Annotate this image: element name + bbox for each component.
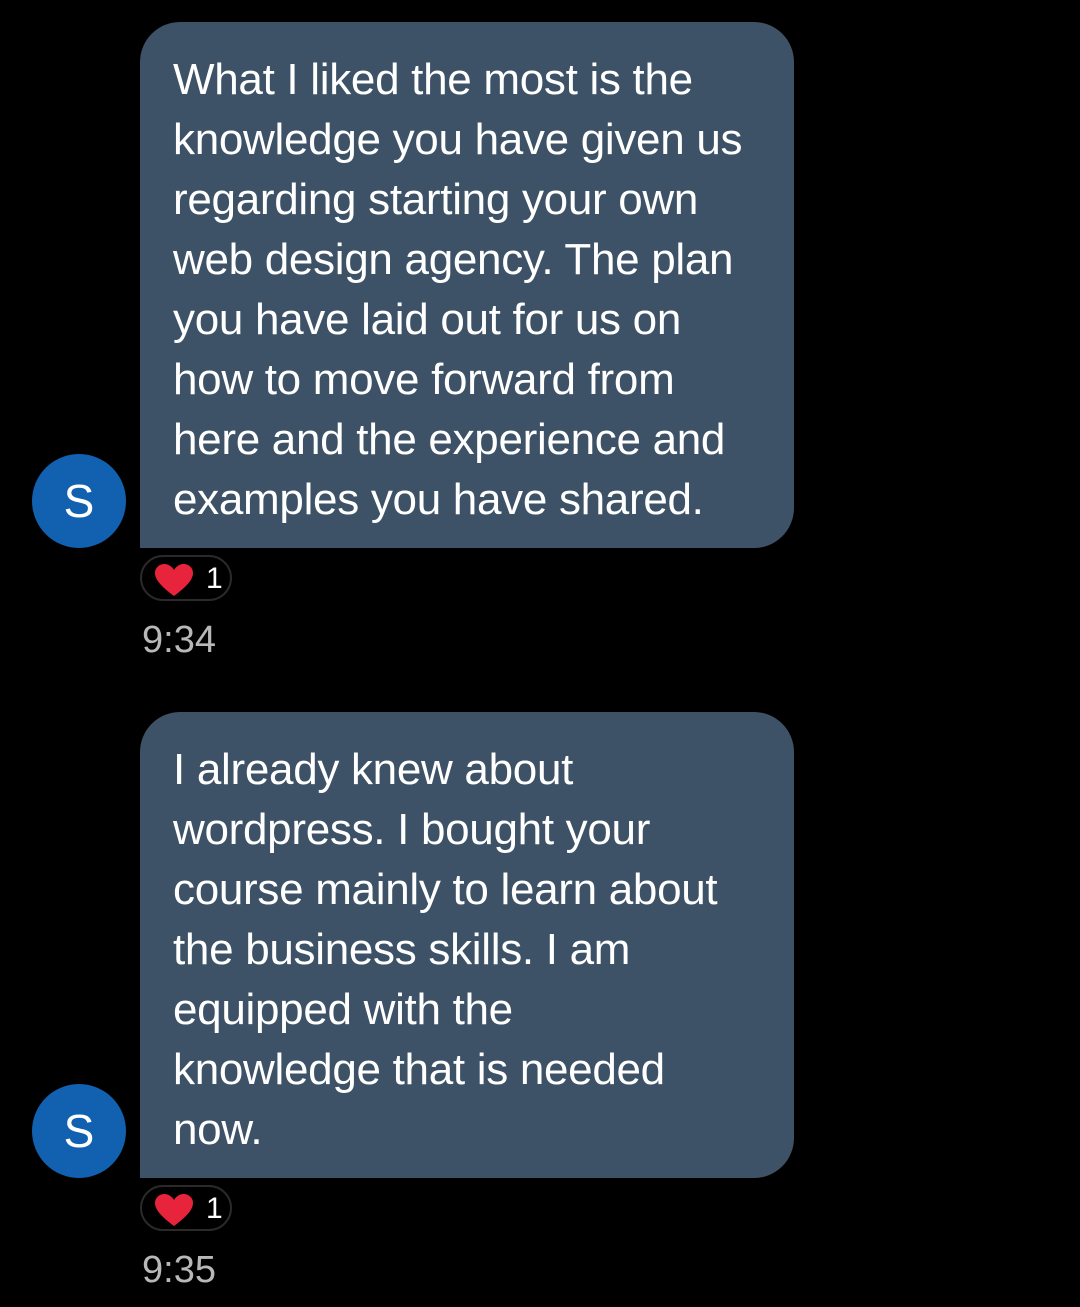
- avatar[interactable]: S: [32, 1084, 126, 1178]
- reaction-badge[interactable]: 1: [140, 1185, 232, 1231]
- message-bubble[interactable]: I already knew about wordpress. I bought…: [140, 712, 794, 1178]
- reaction-count: 1: [206, 562, 223, 595]
- avatar[interactable]: S: [32, 454, 126, 548]
- reaction-count: 1: [206, 1192, 223, 1225]
- heart-icon: [155, 564, 193, 596]
- message-timestamp: 9:34: [142, 619, 216, 661]
- reaction-badge[interactable]: 1: [140, 555, 232, 601]
- message-thread: What I liked the most is the knowledge y…: [0, 0, 1080, 1307]
- heart-icon: [155, 1194, 193, 1226]
- message-timestamp: 9:35: [142, 1249, 216, 1291]
- message-bubble[interactable]: What I liked the most is the knowledge y…: [140, 22, 794, 548]
